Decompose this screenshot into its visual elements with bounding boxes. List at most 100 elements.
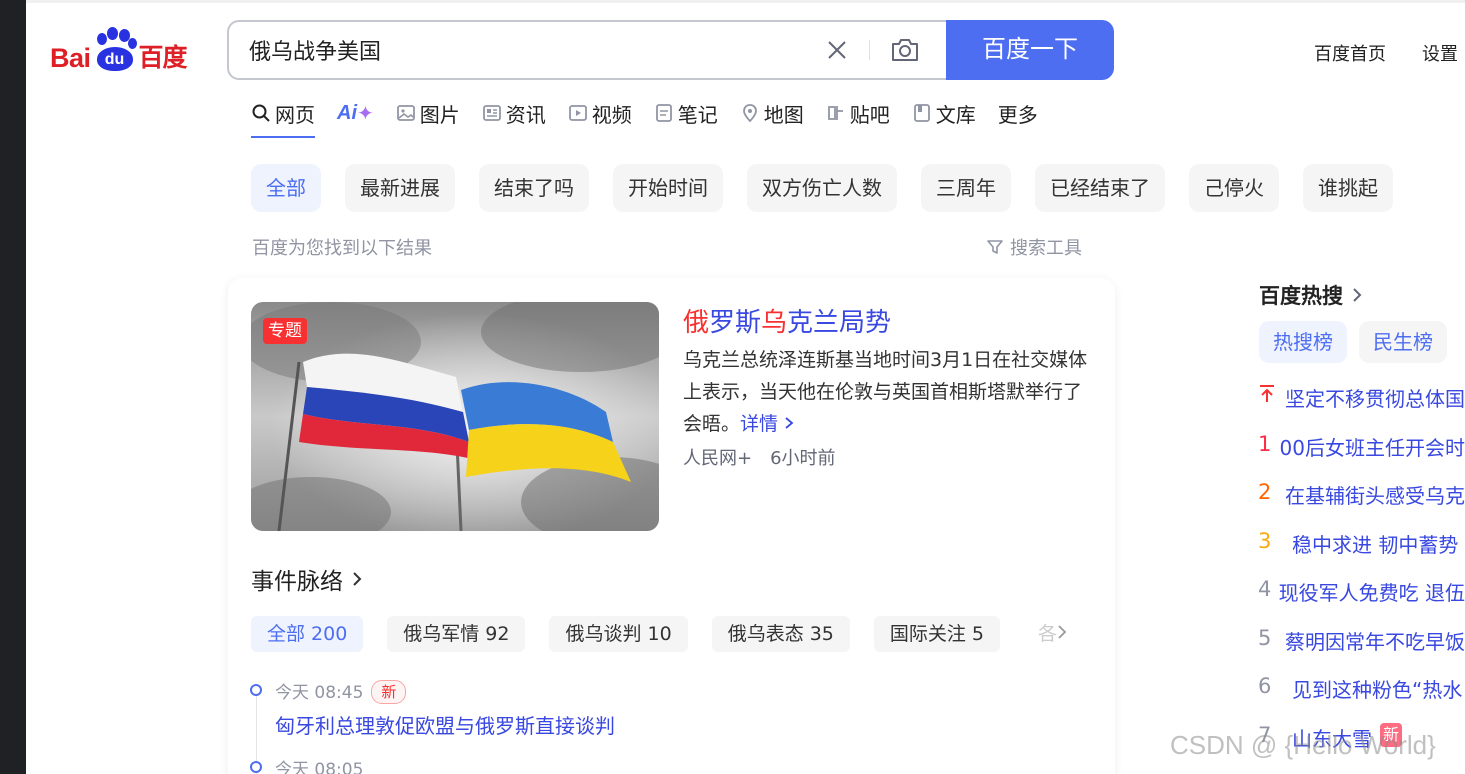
tab-label: 笔记 bbox=[677, 102, 718, 127]
tab-video[interactable]: 视频 bbox=[568, 100, 632, 127]
chip-label: 国际关注 bbox=[889, 623, 966, 645]
topic-image[interactable]: 专题 bbox=[251, 302, 659, 531]
search-button[interactable]: 百度一下 bbox=[946, 20, 1114, 80]
topic-source: 人民网+ 6小时前 bbox=[683, 444, 836, 470]
logo-paw-text: du bbox=[96, 47, 133, 71]
hot-item[interactable]: 3 稳中求进 韧中蓄势 bbox=[1258, 529, 1465, 578]
result-count-note: 百度为您找到以下结果 bbox=[252, 238, 432, 259]
hot-rank: 6 bbox=[1258, 674, 1272, 698]
more-chip-label: 各 bbox=[1038, 623, 1058, 645]
tab-label: 贴吧 bbox=[849, 102, 890, 127]
title-part: 克兰局势 bbox=[787, 308, 892, 338]
tieba-icon bbox=[827, 106, 843, 120]
top-border bbox=[26, 0, 1465, 3]
hot-item-text: 见到这种粉色“热水 bbox=[1292, 678, 1463, 702]
event-filter-chips: 全部 200 俄乌军情 92 俄乌谈判 10 俄乌表态 35 国际关注 5 各 bbox=[251, 616, 1084, 652]
home-link[interactable]: 百度首页 bbox=[1314, 40, 1386, 66]
event-chip-all[interactable]: 全部 200 bbox=[251, 616, 364, 652]
hot-item[interactable]: 坚定不移贯彻总体国 bbox=[1258, 383, 1465, 432]
chip[interactable]: 已经结束了 bbox=[1035, 164, 1165, 212]
hot-item-text: 稳中求进 韧中蓄势 bbox=[1292, 532, 1459, 557]
hot-item[interactable]: 4 现役军人免费吃 退伍 bbox=[1258, 577, 1465, 626]
events-heading[interactable]: 事件脉络 bbox=[251, 562, 363, 596]
event-chip[interactable]: 俄乌谈判 10 bbox=[549, 616, 688, 652]
hot-rank: 4 bbox=[1258, 577, 1272, 601]
tab-notes[interactable]: 笔记 bbox=[654, 100, 718, 127]
tab-wenku[interactable]: 文库 bbox=[912, 100, 976, 127]
search-tools-label: 搜索工具 bbox=[1010, 238, 1082, 259]
settings-link[interactable]: 设置 bbox=[1422, 40, 1458, 66]
details-label: 详情 bbox=[740, 413, 779, 435]
chip[interactable]: 最新进展 bbox=[345, 164, 455, 212]
event-chip[interactable]: 俄乌军情 92 bbox=[387, 616, 526, 652]
search-tools-button[interactable]: 搜索工具 bbox=[986, 234, 1082, 260]
hot-search-heading[interactable]: 百度热搜 bbox=[1259, 280, 1363, 310]
map-icon bbox=[742, 104, 757, 123]
search-tabs: 网页 Ai ✦ 图片 资讯 视频 笔记 地图 贴吧 文库 更多 bbox=[251, 100, 1060, 138]
hot-item-text: 现役军人免费吃 退伍 bbox=[1278, 581, 1465, 605]
chip-label: 俄乌军情 bbox=[403, 623, 480, 645]
details-link[interactable]: 详情 bbox=[740, 413, 794, 435]
hot-search-list: 坚定不移贯彻总体国 1 00后女班主任开会时 2 在基辅街头感受乌克 3 稳中求… bbox=[1258, 383, 1465, 771]
close-icon[interactable] bbox=[825, 38, 849, 62]
hot-rank: 3 bbox=[1258, 528, 1272, 553]
tab-label: 视频 bbox=[591, 102, 632, 127]
hot-item-text: 00后女班主任开会时 bbox=[1279, 435, 1465, 460]
chip-count: 10 bbox=[647, 623, 672, 645]
chip-count: 5 bbox=[971, 623, 984, 645]
chip[interactable]: 结束了吗 bbox=[479, 164, 589, 212]
hot-item[interactable]: 1 00后女班主任开会时 bbox=[1258, 432, 1465, 481]
timeline-headline[interactable]: 匈牙利总理敦促欧盟与俄罗斯直接谈判 bbox=[275, 710, 615, 739]
chip[interactable]: 三周年 bbox=[921, 164, 1011, 212]
chip[interactable]: 谁挑起 bbox=[1303, 164, 1393, 212]
chevron-right-icon bbox=[1353, 288, 1362, 302]
new-badge: 新 bbox=[371, 680, 407, 704]
pin-top-icon bbox=[1258, 383, 1285, 408]
timeline-time: 今天 08:05 bbox=[275, 760, 364, 774]
hot-search-title: 百度热搜 bbox=[1259, 284, 1343, 308]
paw-icon: du bbox=[93, 27, 137, 73]
left-window-edge bbox=[0, 0, 26, 774]
note-icon bbox=[655, 104, 672, 122]
timeline-dot bbox=[250, 684, 262, 696]
baidu-logo[interactable]: Bai du 百度 bbox=[50, 27, 188, 73]
chip[interactable]: 双方伤亡人数 bbox=[747, 164, 897, 212]
tab-livelihood-list[interactable]: 民生榜 bbox=[1359, 321, 1447, 363]
timeline-time: 今天 08:45 新 bbox=[275, 678, 407, 704]
tab-map[interactable]: 地图 bbox=[740, 100, 804, 127]
tab-web[interactable]: 网页 bbox=[251, 100, 315, 138]
chip-count: 92 bbox=[485, 623, 510, 645]
chip-label: 俄乌表态 bbox=[727, 623, 804, 645]
event-chip[interactable]: 国际关注 5 bbox=[873, 616, 1000, 652]
tab-label: 文库 bbox=[935, 102, 976, 127]
hot-item[interactable]: 6 见到这种粉色“热水 bbox=[1258, 674, 1465, 723]
tab-label: 图片 bbox=[419, 102, 460, 127]
camera-icon[interactable] bbox=[889, 36, 921, 64]
hot-rank: 1 bbox=[1258, 431, 1272, 456]
search-input[interactable] bbox=[249, 22, 809, 78]
image-icon bbox=[396, 105, 415, 121]
tab-images[interactable]: 图片 bbox=[396, 100, 460, 127]
time-text: 今天 08:45 bbox=[275, 683, 364, 703]
topic-title[interactable]: 俄罗斯乌克兰局势 bbox=[683, 302, 891, 339]
tab-label: 更多 bbox=[997, 102, 1038, 127]
search-icon bbox=[252, 104, 270, 122]
tab-more[interactable]: 更多 bbox=[997, 100, 1038, 127]
chip[interactable]: 己停火 bbox=[1189, 164, 1279, 212]
event-chip[interactable]: 俄乌表态 35 bbox=[711, 616, 850, 652]
topic-description: 乌克兰总统泽连斯基当地时间3月1日在社交媒体上表示，当天他在伦敦与英国首相斯塔默… bbox=[683, 344, 1088, 440]
logo-bai-text: Bai bbox=[50, 43, 91, 73]
tab-news[interactable]: 资讯 bbox=[482, 100, 546, 127]
hot-item[interactable]: 5 蔡明因常年不吃早饭 bbox=[1258, 626, 1465, 675]
chip-all[interactable]: 全部 bbox=[251, 164, 321, 212]
csdn-watermark: CSDN @ {Hello World} bbox=[1170, 730, 1436, 760]
tab-tieba[interactable]: 贴吧 bbox=[826, 100, 890, 127]
chip[interactable]: 开始时间 bbox=[613, 164, 723, 212]
tab-ai[interactable]: Ai ✦ bbox=[337, 100, 374, 126]
title-part: 罗斯 bbox=[709, 308, 762, 338]
hot-item[interactable]: 2 在基辅街头感受乌克 bbox=[1258, 480, 1465, 529]
event-chips-scroll-right[interactable]: 各 bbox=[1024, 616, 1084, 652]
events-title: 事件脉络 bbox=[251, 569, 343, 595]
tab-hot-list[interactable]: 热搜榜 bbox=[1259, 321, 1347, 363]
title-highlight: 乌 bbox=[761, 308, 788, 338]
